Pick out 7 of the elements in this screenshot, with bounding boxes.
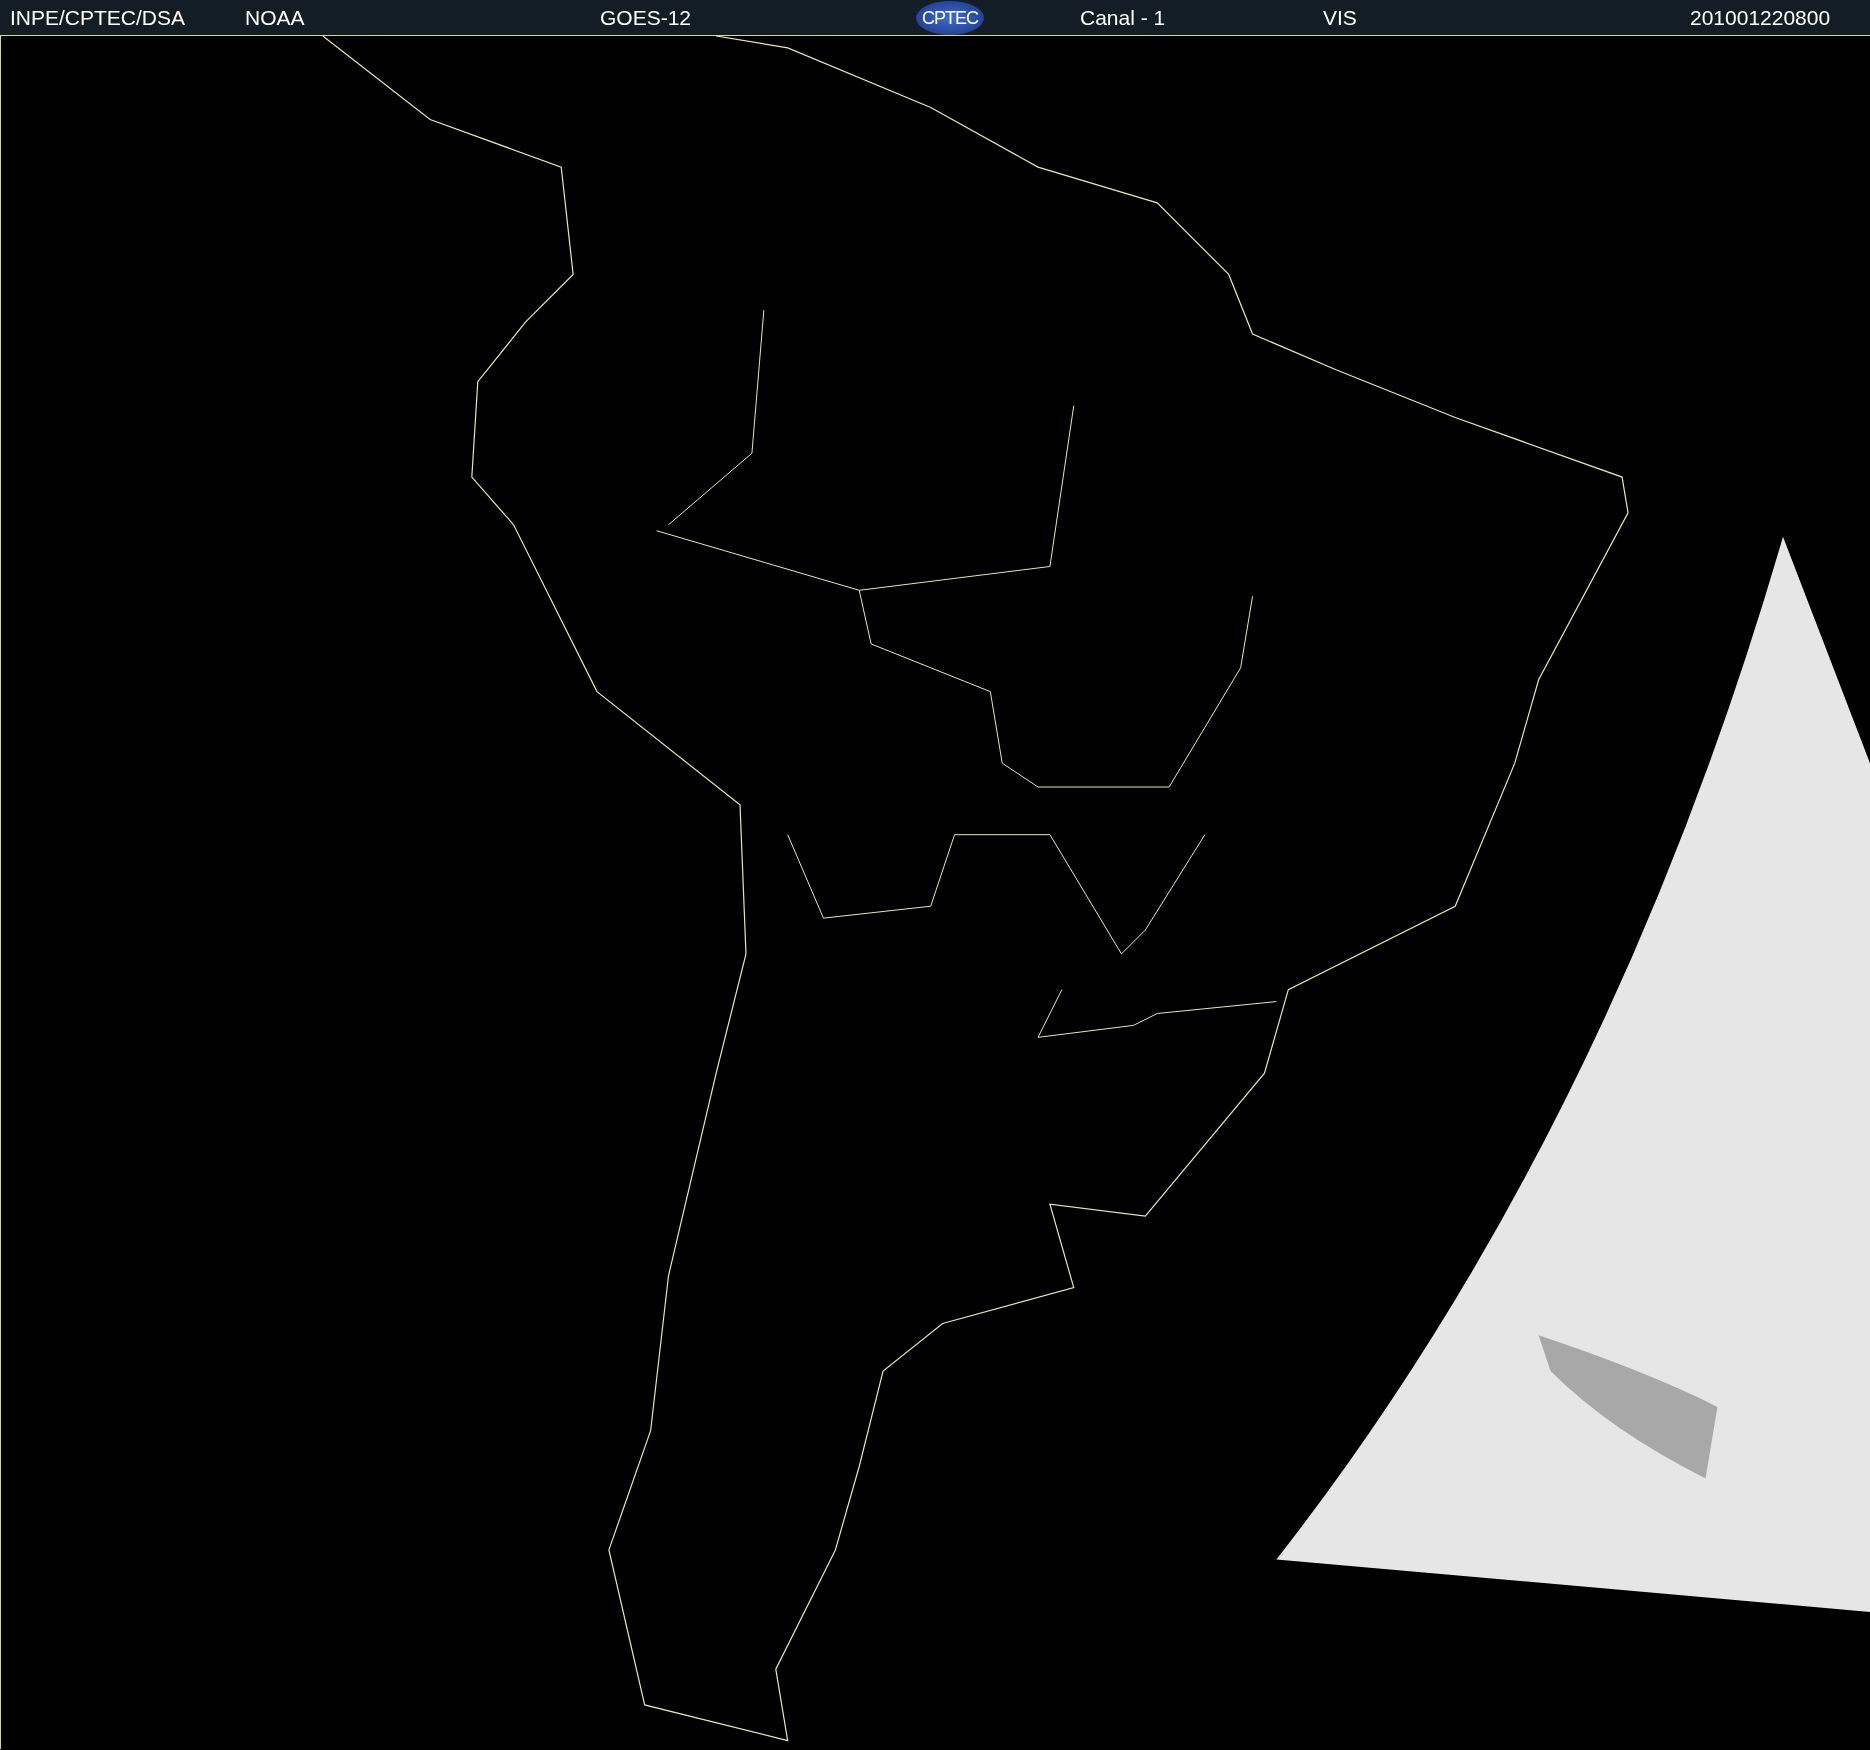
header-label: Canal - 1 [1080, 6, 1166, 30]
header-label: VIS [1323, 6, 1357, 30]
header-label: NOAA [245, 6, 305, 30]
header-label: GOES-12 [600, 6, 692, 30]
header-label: 201001220800 [1690, 6, 1831, 30]
logo: CPTEC [916, 1, 984, 35]
header-label: INPE/CPTEC/DSA [10, 6, 186, 30]
